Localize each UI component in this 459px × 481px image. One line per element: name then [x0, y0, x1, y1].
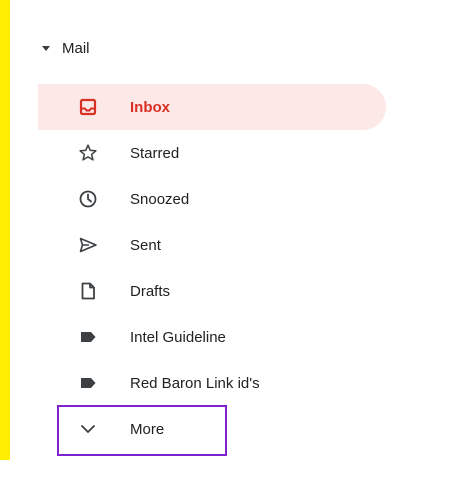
nav-item-label: Red Baron Link id's — [130, 374, 260, 392]
nav-item-intel-guideline[interactable]: Intel Guideline — [38, 314, 398, 360]
more-highlight-box — [57, 405, 227, 456]
left-accent-bar — [0, 0, 10, 460]
nav-item-red-baron[interactable]: Red Baron Link id's — [38, 360, 398, 406]
send-icon — [78, 235, 98, 255]
nav-item-label: Intel Guideline — [130, 328, 226, 346]
caret-down-icon — [42, 45, 50, 51]
draft-icon — [78, 281, 98, 301]
nav-item-starred[interactable]: Starred — [38, 130, 398, 176]
mail-section-toggle[interactable]: Mail — [36, 30, 90, 66]
mail-nav: Inbox Starred Snoozed Sent Drafts Intel … — [38, 84, 398, 452]
nav-item-label: Drafts — [130, 282, 171, 300]
nav-item-label: Starred — [130, 144, 180, 162]
mail-section-label: Mail — [62, 39, 90, 57]
nav-item-drafts[interactable]: Drafts — [38, 268, 398, 314]
nav-item-label: Snoozed — [130, 190, 190, 208]
label-icon — [78, 327, 98, 347]
nav-item-snoozed[interactable]: Snoozed — [38, 176, 398, 222]
star-icon — [78, 143, 98, 163]
nav-item-sent[interactable]: Sent — [38, 222, 398, 268]
nav-item-inbox[interactable]: Inbox — [38, 84, 386, 130]
clock-icon — [78, 189, 98, 209]
inbox-icon — [78, 97, 98, 117]
label-icon — [78, 373, 98, 393]
nav-item-label: Sent — [130, 236, 161, 254]
nav-item-label: Inbox — [130, 98, 170, 116]
